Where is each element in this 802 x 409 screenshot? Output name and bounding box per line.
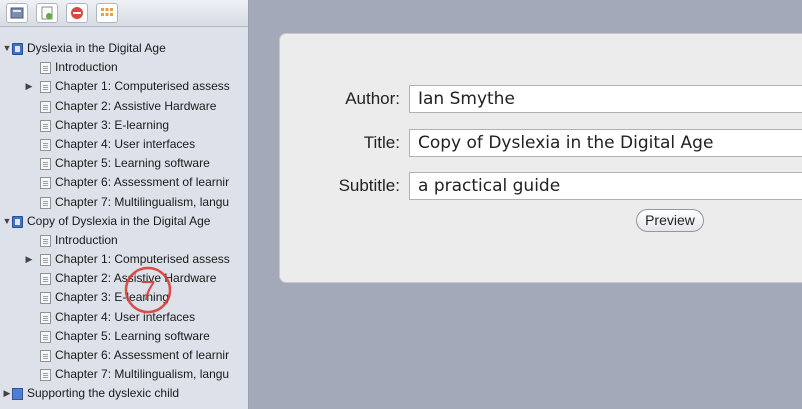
tree-chapter-item[interactable]: Chapter 4: User interfaces xyxy=(0,135,248,154)
document-icon xyxy=(40,369,51,382)
subtitle-label: Subtitle: xyxy=(338,176,400,195)
step-number: 7 xyxy=(140,275,156,306)
tree-chapter-item[interactable]: Introduction xyxy=(0,58,248,77)
document-icon xyxy=(40,62,51,75)
tree-item-label: Introduction xyxy=(55,232,118,247)
subtitle-field[interactable]: a practical guide xyxy=(409,172,802,200)
document-icon xyxy=(40,177,51,190)
tree-item-label: Supporting the dyslexic child xyxy=(27,386,180,401)
library-button[interactable] xyxy=(6,3,28,23)
disclosure-open-icon[interactable]: ▼ xyxy=(2,212,12,231)
book-icon xyxy=(12,43,23,55)
disclosure-closed-icon[interactable]: ▶ xyxy=(24,250,34,269)
sidebar: ▼ Dyslexia in the Digital Age Introduction… xyxy=(0,0,249,409)
author-label: Author: xyxy=(345,89,400,108)
tree-item-label: Copy of Dyslexia in the Digital Age xyxy=(27,213,211,228)
tree-item-label: Chapter 6: Assessment of learnir xyxy=(55,175,230,190)
tree-chapter-item[interactable]: Chapter 6: Assessment of learnir xyxy=(0,173,248,192)
author-field[interactable]: Ian Smythe xyxy=(409,85,802,113)
remove-button[interactable] xyxy=(66,3,88,23)
step-marker: 7 xyxy=(124,266,172,314)
document-icon xyxy=(40,234,51,247)
tree-chapter-item[interactable]: Chapter 7: Multilingualism, langu xyxy=(0,365,248,384)
tree-item-label: Chapter 6: Assessment of learnir xyxy=(55,348,230,362)
tree-chapter-item[interactable]: Chapter 5: Learning software xyxy=(0,154,248,173)
add-button[interactable] xyxy=(36,3,58,23)
document-icon xyxy=(40,273,51,286)
tree-chapter-item[interactable]: ▶ Chapter 1: Computerised assess xyxy=(0,77,248,96)
tree-item-label: Chapter 5: Learning software xyxy=(55,328,210,343)
tree-chapter-item[interactable]: Chapter 6: Assessment of learnir xyxy=(0,346,248,365)
book-icon xyxy=(12,215,23,228)
tree-item-label: Chapter 7: Multilingualism, langu xyxy=(55,367,230,382)
document-icon xyxy=(40,196,51,209)
document-icon xyxy=(40,158,51,171)
sidebar-toolbar xyxy=(0,0,248,27)
disclosure-closed-icon[interactable]: ▶ xyxy=(24,77,34,96)
tree-item-label: Chapter 7: Multilingualism, langu xyxy=(55,194,230,209)
tree-book-item[interactable]: ▶ Supporting the dyslexic child xyxy=(0,384,248,403)
grid-button[interactable] xyxy=(96,3,118,23)
remove-icon xyxy=(71,7,83,19)
tree-item-label: Dyslexia in the Digital Age xyxy=(27,41,166,55)
document-icon xyxy=(40,138,51,151)
tree-chapter-item[interactable]: Chapter 5: Learning software xyxy=(0,327,248,346)
tree-chapter-item[interactable]: Introduction xyxy=(0,231,248,250)
tree-book-item[interactable]: ▼ Dyslexia in the Digital Age xyxy=(0,39,248,58)
document-icon xyxy=(40,100,51,113)
book-details-panel: Author: Ian Smythe Title: Copy of Dyslex… xyxy=(280,34,802,282)
disclosure-open-icon[interactable]: ▼ xyxy=(2,39,12,58)
document-icon xyxy=(40,119,51,132)
library-icon xyxy=(10,7,24,19)
tree-item-label: Chapter 5: Learning software xyxy=(55,156,210,171)
preview-button[interactable]: Preview xyxy=(636,209,704,232)
title-field[interactable]: Copy of Dyslexia in the Digital Age xyxy=(409,129,802,157)
tree-item-label: Chapter 4: User interfaces xyxy=(55,136,196,151)
document-icon xyxy=(40,292,51,305)
document-icon xyxy=(40,330,51,343)
tree-item-label: Chapter 1: Computerised assess xyxy=(55,79,230,94)
book-stack-icon xyxy=(12,388,23,401)
add-doc-icon xyxy=(41,6,53,20)
tree-chapter-item[interactable]: Chapter 7: Multilingualism, langu xyxy=(0,193,248,212)
grid-icon xyxy=(101,8,113,16)
title-label: Title: xyxy=(363,133,400,152)
tree-chapter-item[interactable]: Chapter 2: Assistive Hardware xyxy=(0,97,248,116)
document-icon xyxy=(40,254,51,267)
disclosure-closed-icon[interactable]: ▶ xyxy=(2,384,12,403)
tree-chapter-item[interactable]: Chapter 3: E-learning xyxy=(0,116,248,135)
document-icon xyxy=(40,81,51,94)
document-icon xyxy=(40,311,51,324)
document-tree: ▼ Dyslexia in the Digital Age Introduction… xyxy=(0,27,248,404)
tree-book-item[interactable]: ▼ Copy of Dyslexia in the Digital Age xyxy=(0,212,248,231)
tree-item-label: Introduction xyxy=(55,60,118,75)
document-icon xyxy=(40,350,51,362)
tree-item-label: Chapter 2: Assistive Hardware xyxy=(55,98,217,113)
tree-item-label: Chapter 3: E-learning xyxy=(55,117,170,132)
